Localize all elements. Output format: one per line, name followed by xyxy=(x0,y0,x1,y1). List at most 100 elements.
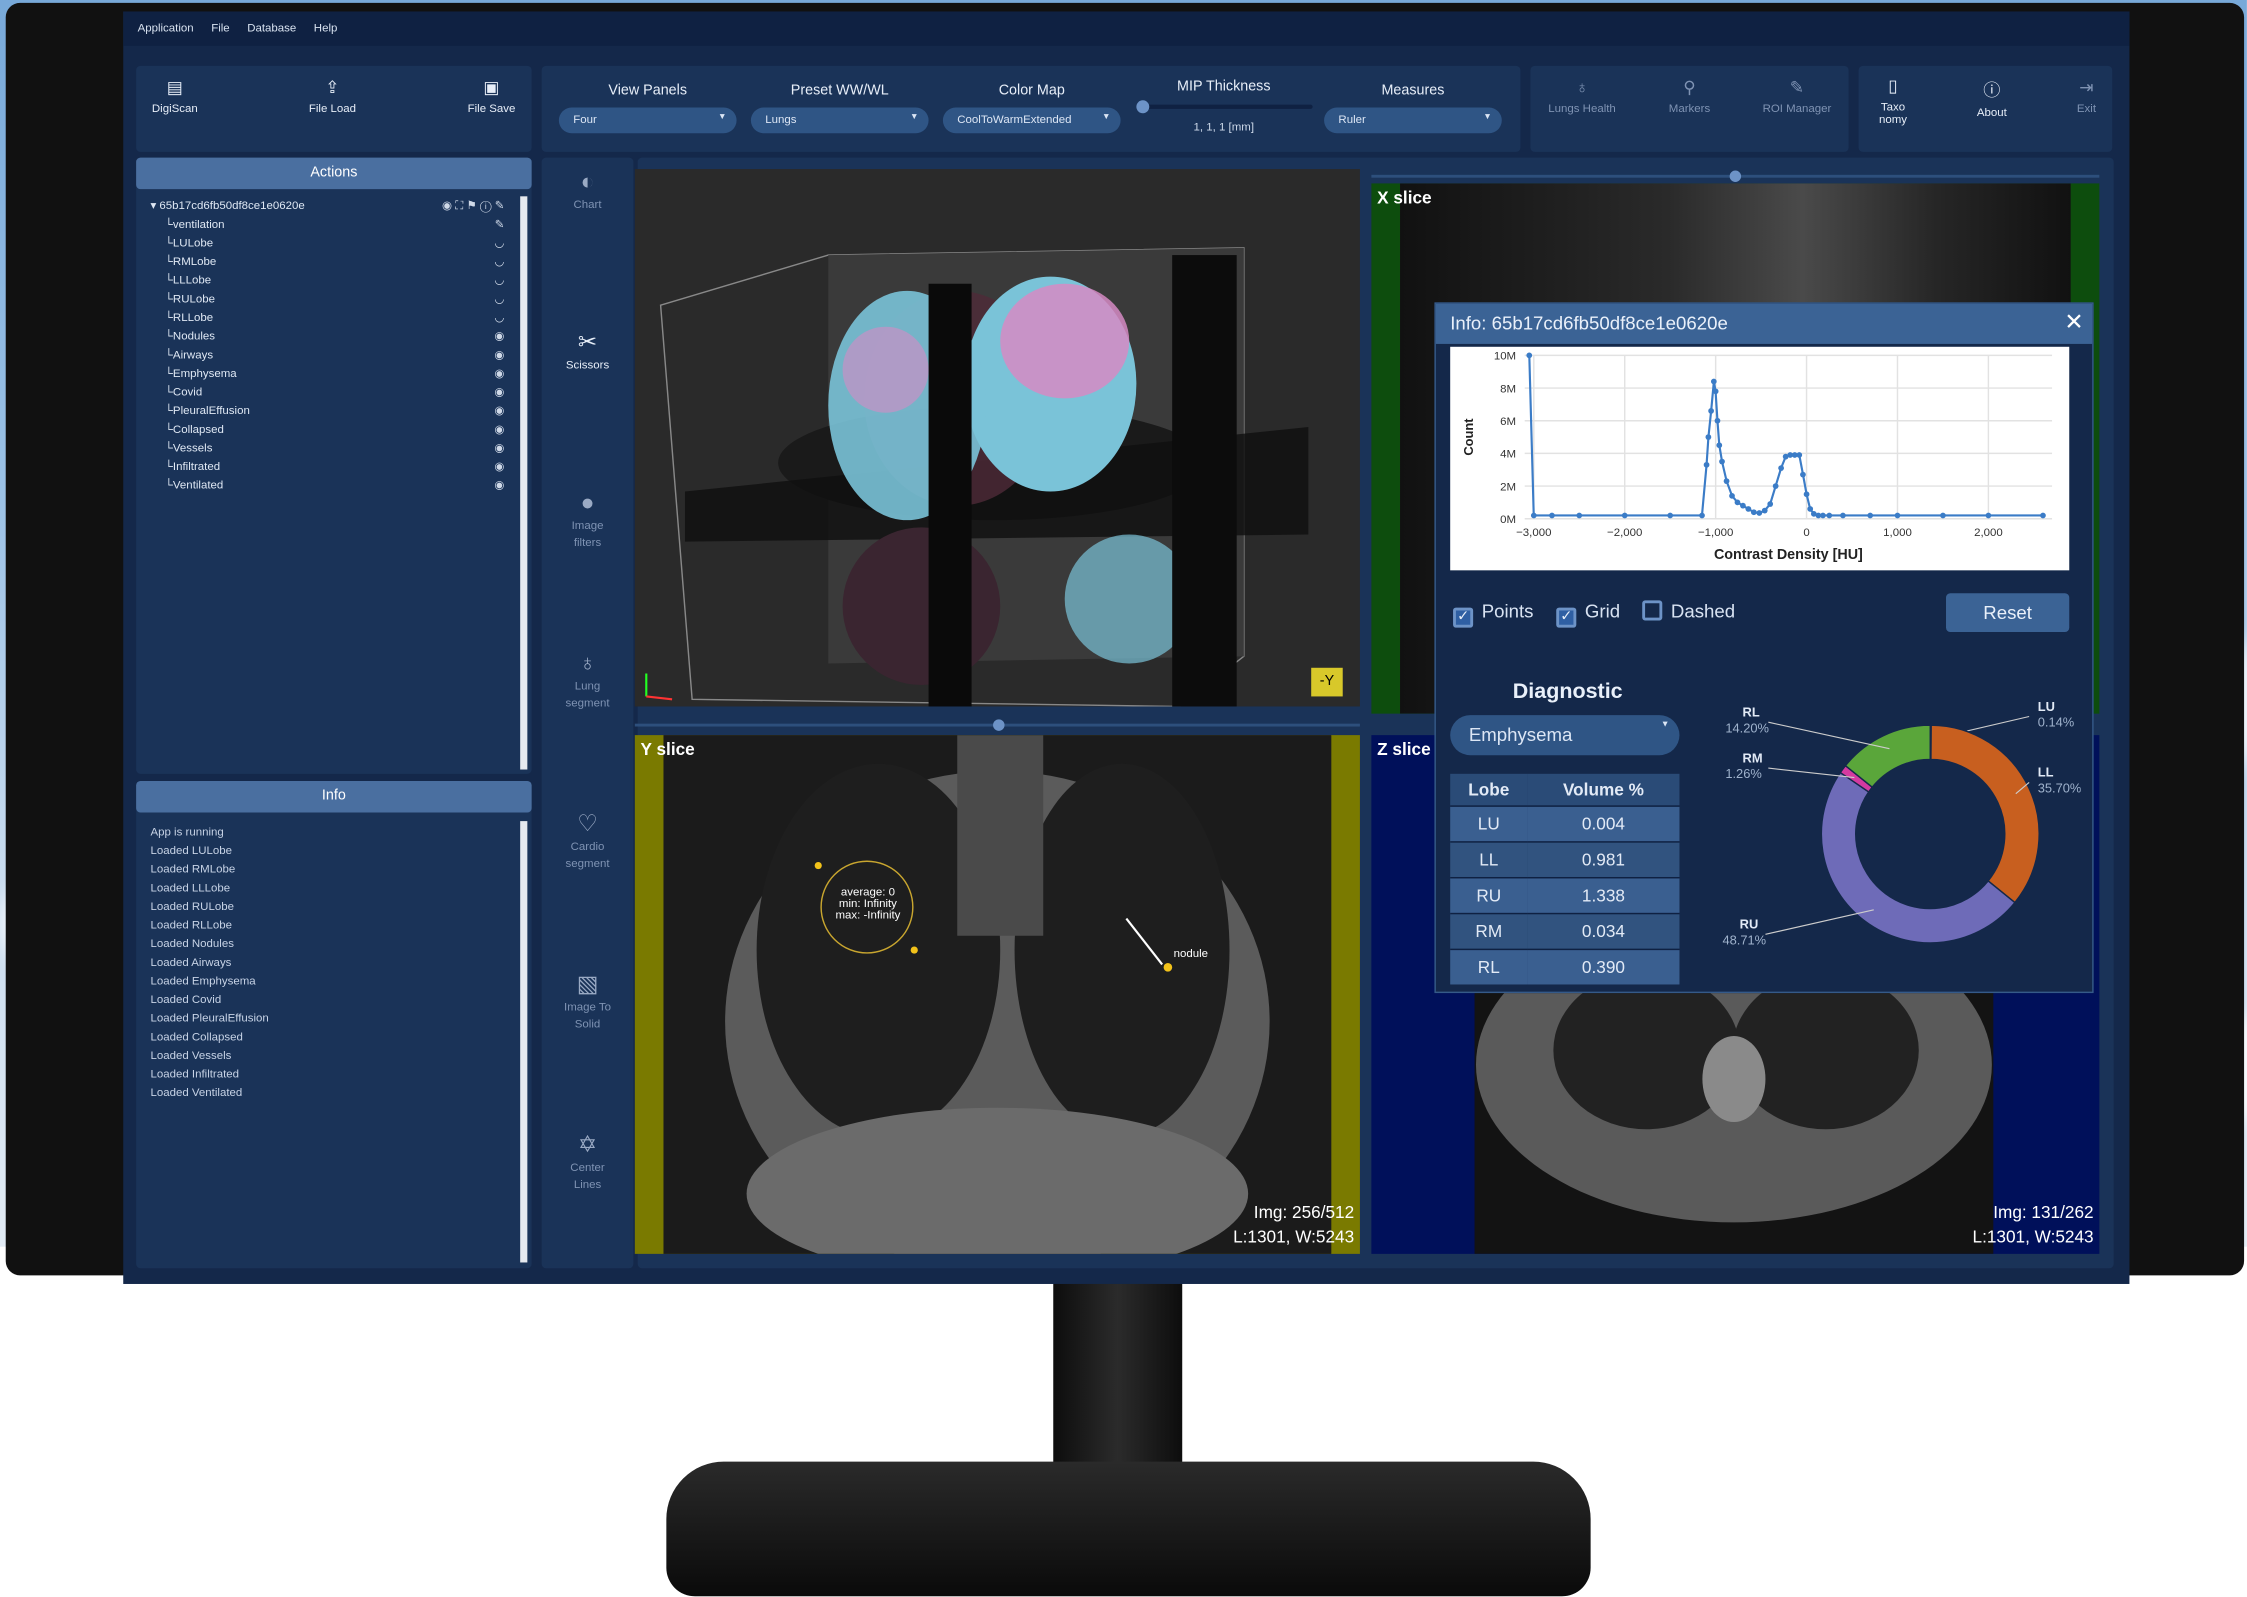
view-panels-select[interactable]: Four xyxy=(558,107,737,134)
mip-slider-handle[interactable] xyxy=(1136,100,1150,114)
tree-item-collapsed[interactable]: └Collapsed ◉ xyxy=(150,420,505,439)
eye-closed-icon[interactable]: ◡ xyxy=(494,271,504,290)
tree-item-rmlobe[interactable]: └RMLobe ◡ xyxy=(150,252,505,271)
exit-button[interactable]: ⇥ Exit xyxy=(2043,77,2129,114)
tree-branch-glyph: └ xyxy=(164,459,173,473)
controls-toolbar: View Panels Four Preset WW/WL Lungs Colo… xyxy=(541,65,1521,152)
tree-item-infiltrated[interactable]: └Infiltrated ◉ xyxy=(150,457,505,476)
about-button[interactable]: ⓘ About xyxy=(1949,77,2035,119)
log-line: Loaded LULobe xyxy=(150,844,233,857)
tool-chart[interactable]: ◐ Chart xyxy=(545,171,631,214)
info-scrollbar[interactable] xyxy=(520,821,528,1263)
tree-item-airways[interactable]: └Airways ◉ xyxy=(150,345,505,364)
x-slice-slider-handle[interactable] xyxy=(1729,170,1742,182)
tree-item-label: RULobe xyxy=(172,292,215,306)
eye-closed-icon[interactable]: ◡ xyxy=(494,234,504,253)
tool-label: Chart xyxy=(573,197,602,211)
y-slice-slider-handle[interactable] xyxy=(993,719,1005,731)
mip-thickness-value: 1, 1, 1 [mm] xyxy=(1193,120,1255,134)
tree-item-ventilation[interactable]: └ventilation ✎ xyxy=(150,215,505,234)
color-map-label: Color Map xyxy=(998,83,1065,99)
preset-wwwl-select[interactable]: Lungs xyxy=(750,107,929,134)
histogram-chart: 0M 2M 4M 6M 8M 10M −3,000 −2,000 −1,000 0 1,000 2,0… xyxy=(1450,346,2070,571)
actions-scrollbar[interactable] xyxy=(520,196,528,770)
y-slice-view[interactable]: average: 0 min: Infinity max: -Infinity … xyxy=(634,735,1360,1254)
y-slice-slider[interactable] xyxy=(634,719,1360,731)
tree-item-ventilated[interactable]: └Ventilated ◉ xyxy=(150,476,505,495)
eye-icon[interactable]: ◉ xyxy=(494,327,504,346)
tool-center-lines[interactable]: ✡ Center Lines xyxy=(545,1134,631,1194)
eye-icon[interactable]: ◉ xyxy=(494,457,504,476)
log-line: Loaded RMLobe xyxy=(150,862,236,876)
menu-file[interactable]: File xyxy=(211,21,229,34)
tool-image-to-solid[interactable]: ▧ Image To Solid xyxy=(545,974,631,1033)
wrench-icon[interactable]: ✎ xyxy=(495,215,505,234)
x-axis-label: Contrast Density [HU] xyxy=(1714,547,1863,563)
histogram-point xyxy=(1796,452,1803,458)
tree-item-emphysema[interactable]: └Emphysema ◉ xyxy=(150,364,505,383)
filters-icon: ● xyxy=(580,491,595,516)
log-line: Loaded Infiltrated xyxy=(150,1067,240,1081)
x-slice-slider[interactable] xyxy=(1371,170,2100,182)
measures-select[interactable]: Ruler xyxy=(1324,107,1502,134)
eye-icon[interactable]: ◉ xyxy=(494,345,504,364)
roi-manager-button[interactable]: ✎ ROI Manager xyxy=(1754,77,1840,114)
tool-image-filters[interactable]: ● Image filters xyxy=(545,491,631,552)
tree-item-pleuraleffusion[interactable]: └PleuralEffusion ◉ xyxy=(150,401,505,420)
file-load-button[interactable]: ⇪ File Load xyxy=(289,77,375,114)
tree-branch-glyph: └ xyxy=(164,310,173,324)
tool-scissors[interactable]: ✂ Scissors xyxy=(545,332,631,374)
lungs-health-button[interactable]: ♁ Lungs Health xyxy=(1539,77,1625,114)
book-icon: ▯ xyxy=(1888,75,1898,97)
diagnostic-select[interactable]: Emphysema xyxy=(1450,715,1680,756)
menu-database[interactable]: Database xyxy=(247,21,296,34)
eye-closed-icon[interactable]: ◡ xyxy=(494,252,504,271)
eye-icon[interactable]: ◉ xyxy=(494,476,504,495)
mip-thickness-slider[interactable] xyxy=(1136,100,1313,114)
file-save-button[interactable]: ▣ File Save xyxy=(449,77,535,114)
volume-view[interactable]: -Y xyxy=(634,169,1360,707)
close-icon[interactable]: ✕ xyxy=(2064,308,2083,337)
eye-closed-icon[interactable]: ◡ xyxy=(494,308,504,327)
root-actions-icons[interactable]: ◉ ⛶ ⚑ ⓘ ✎ xyxy=(442,196,504,215)
eye-icon[interactable]: ◉ xyxy=(494,401,504,420)
orientation-cube[interactable]: -Y xyxy=(1311,667,1343,697)
tree-item-lulobe[interactable]: └LULobe ◡ xyxy=(150,234,505,253)
eye-icon[interactable]: ◉ xyxy=(494,364,504,383)
menu-application[interactable]: Application xyxy=(138,21,194,34)
dashed-check-icon xyxy=(1642,600,1663,621)
reset-button[interactable]: Reset xyxy=(1946,593,2070,632)
volume-cell: 0.981 xyxy=(1527,841,1680,878)
tree-item-rllobe[interactable]: └RLLobe ◡ xyxy=(150,308,505,327)
histogram-point xyxy=(1807,506,1814,512)
histogram-point xyxy=(1729,493,1735,499)
grid-checkbox[interactable]: ✓ Grid xyxy=(1556,600,1620,628)
eye-icon[interactable]: ◉ xyxy=(494,420,504,439)
tree-item-nodules[interactable]: └Nodules ◉ xyxy=(150,327,505,346)
digiscan-button[interactable]: ▤ DigiScan xyxy=(132,77,218,114)
log-line: Loaded Emphysema xyxy=(150,974,256,988)
tree-item-lllobe[interactable]: └LLLobe ◡ xyxy=(150,271,505,290)
histogram-point xyxy=(2040,512,2046,519)
eye-icon[interactable]: ◉ xyxy=(494,438,504,457)
histogram-point xyxy=(1530,512,1537,519)
taxonomy-button[interactable]: ▯ Taxo nomy xyxy=(1850,77,1936,126)
tree-branch-glyph: └ xyxy=(164,292,173,306)
color-map-select[interactable]: CoolToWarmExtended xyxy=(942,107,1121,134)
eye-icon[interactable]: ◉ xyxy=(494,383,504,402)
tool-cardio-segment[interactable]: ♡ Cardio segment xyxy=(545,813,631,873)
save-icon: ▣ xyxy=(483,77,500,98)
tool-lung-segment[interactable]: ♁ Lung segment xyxy=(545,653,631,712)
z-slice-info: Img: 131/262 L:1301, W:5243 xyxy=(1972,1202,2094,1247)
table-row: LU 0.004 xyxy=(1450,805,1680,842)
tree-item-covid[interactable]: └Covid ◉ xyxy=(150,383,505,402)
tree-item-vessels[interactable]: └Vessels ◉ xyxy=(150,438,505,457)
histogram-point xyxy=(1778,465,1784,471)
menu-help[interactable]: Help xyxy=(314,21,338,34)
eye-closed-icon[interactable]: ◡ xyxy=(494,289,504,308)
markers-button[interactable]: ⚲ Markers xyxy=(1647,77,1733,114)
dashed-checkbox[interactable]: Dashed xyxy=(1642,600,1735,622)
points-checkbox[interactable]: ✓ Points xyxy=(1453,600,1534,628)
tree-root[interactable]: ▾ 65b17cd6fb50df8ce1e0620e ◉ ⛶ ⚑ ⓘ ✎ xyxy=(150,196,504,215)
tree-item-rulobe[interactable]: └RULobe ◡ xyxy=(150,289,505,308)
